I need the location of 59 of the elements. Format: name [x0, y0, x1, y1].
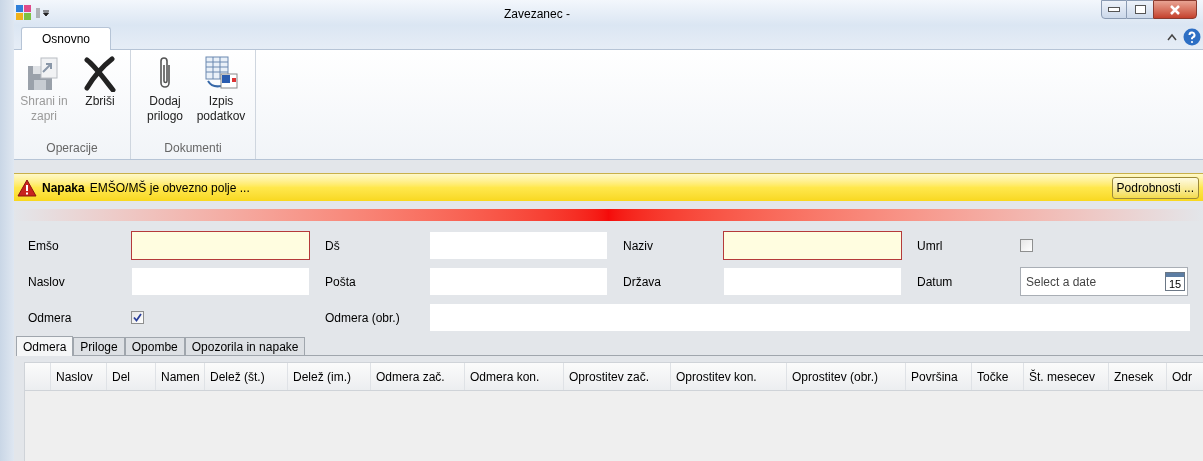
field-label: Odmera (obr.)	[325, 309, 401, 327]
field-label: Država	[623, 273, 662, 291]
app-logo-icon	[16, 4, 32, 21]
column-header[interactable]: Oprostitev (obr.)	[787, 363, 906, 390]
ribbon-button[interactable]: Zbriši	[76, 54, 124, 139]
tab[interactable]: Opozorila in napake	[184, 337, 306, 355]
field-label: Emšo	[28, 237, 60, 255]
date-field[interactable]: Select a date 15	[1020, 267, 1188, 296]
column-header[interactable]: Površina	[906, 363, 972, 390]
quick-access-icon[interactable]	[36, 6, 50, 19]
tab[interactable]: Odmera	[16, 336, 74, 356]
tab[interactable]: Priloge	[73, 337, 125, 355]
ribbon-tab[interactable]: Osnovno	[21, 27, 112, 50]
column-header[interactable]: Naslov	[51, 363, 107, 390]
ribbon-button[interactable]: Dodaj prilogo	[141, 54, 189, 139]
tab[interactable]: Opombe	[124, 337, 185, 355]
maximize-button[interactable]	[1127, 0, 1153, 19]
field-label: Naslov	[28, 273, 66, 291]
field-label: Pošta	[325, 273, 357, 291]
checkbox[interactable]	[1020, 239, 1033, 252]
x-mark-icon	[83, 56, 117, 92]
column-header[interactable]: Del	[107, 363, 156, 390]
column-header[interactable]: Namen	[156, 363, 205, 390]
details-button[interactable]: Podrobnosti ...	[1111, 176, 1199, 199]
window-title: Zavezanec -	[504, 6, 571, 23]
field-label: Umrl	[917, 237, 944, 255]
field-label: Datum	[917, 273, 954, 291]
warning-icon	[17, 178, 37, 197]
column-header[interactable]: Odr	[1167, 363, 1203, 390]
close-icon	[1169, 4, 1181, 15]
minimize-icon	[1108, 7, 1120, 12]
help-icon[interactable]	[1183, 28, 1201, 46]
column-header[interactable]: Delež (št.)	[205, 363, 288, 390]
column-header[interactable]: Znesek	[1109, 363, 1167, 390]
error-message: EMŠO/MŠ je obvezno polje ...	[89, 179, 250, 197]
ribbon-group-label: Dokumenti	[163, 140, 223, 157]
column-header[interactable]: Točke	[972, 363, 1024, 390]
floppy-disk-icon	[27, 56, 61, 92]
field-label: Odmera	[28, 309, 73, 327]
input-field[interactable]	[723, 231, 902, 260]
input-field[interactable]	[131, 231, 310, 260]
close-button[interactable]	[1153, 0, 1197, 19]
field-label: Dš	[325, 237, 341, 255]
minimize-button[interactable]	[1101, 0, 1127, 19]
checkbox[interactable]	[131, 311, 144, 324]
column-header[interactable]: Delež (im.)	[288, 363, 371, 390]
calendar-button[interactable]: 15	[1165, 272, 1185, 291]
column-header[interactable]: Oprostitev kon.	[671, 363, 787, 390]
maximize-icon	[1134, 5, 1146, 14]
error-title: Napaka	[42, 179, 85, 197]
ribbon-button[interactable]: Izpis podatkov	[197, 54, 245, 139]
table-document-icon	[203, 56, 239, 92]
column-header[interactable]: Oprostitev zač.	[564, 363, 671, 390]
column-header[interactable]: Odmera zač.	[371, 363, 465, 390]
field-label: Naziv	[623, 237, 654, 255]
collapse-ribbon-icon[interactable]	[1167, 33, 1177, 41]
column-header[interactable]: Odmera kon.	[465, 363, 564, 390]
column-header[interactable]: Št. mesecev	[1024, 363, 1109, 390]
ribbon-group-label: Operacije	[45, 140, 99, 157]
